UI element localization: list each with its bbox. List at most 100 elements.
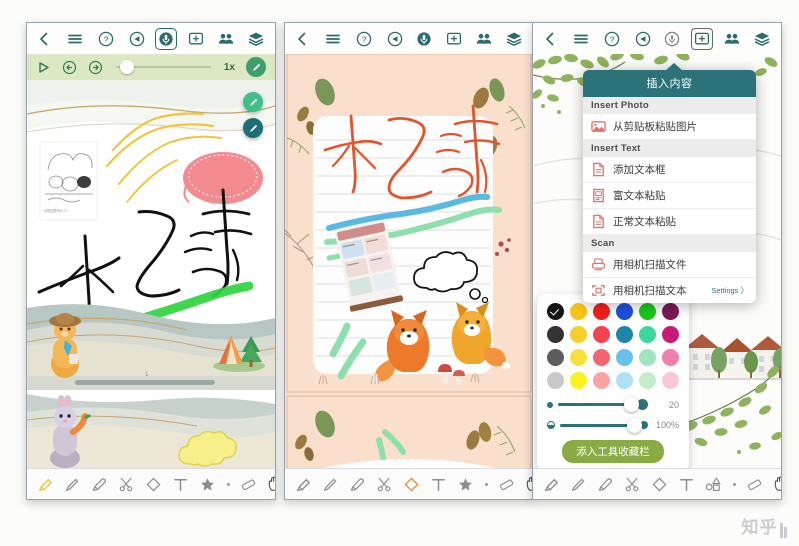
color-swatch[interactable] (593, 326, 610, 343)
scissors-icon[interactable] (114, 472, 139, 497)
hand-icon[interactable] (263, 472, 275, 497)
menu-item-plain-text-paste[interactable]: 正常文本粘贴 (583, 209, 756, 235)
rect-eraser-icon[interactable] (494, 472, 519, 497)
color-swatch[interactable] (616, 349, 633, 366)
hamburger-menu-icon[interactable] (572, 30, 590, 48)
star-icon[interactable] (453, 472, 478, 497)
color-swatch[interactable] (616, 303, 633, 320)
color-swatch[interactable] (570, 303, 587, 320)
pencil-icon[interactable] (60, 472, 85, 497)
text-icon[interactable] (168, 472, 193, 497)
text-icon[interactable] (674, 472, 699, 497)
layers-icon[interactable] (753, 30, 771, 48)
record-audio-icon[interactable] (155, 27, 177, 50)
thickness-slider-knob[interactable] (624, 397, 639, 412)
floating-pen-teal[interactable] (243, 118, 263, 138)
menu-item-scan-text[interactable]: 用相机扫描文本 Settings 〉 (583, 278, 756, 303)
menu-item-rich-text-paste[interactable]: 富文本粘贴 (583, 183, 756, 209)
playback-slider-knob[interactable] (120, 60, 134, 74)
undo-icon[interactable] (634, 30, 652, 48)
eraser-icon[interactable] (141, 472, 166, 497)
insert-plus-icon[interactable] (691, 27, 713, 50)
color-swatch[interactable] (547, 326, 564, 343)
help-circle-icon[interactable]: ? (355, 30, 373, 48)
back-chevron-icon[interactable] (293, 30, 311, 48)
dot-icon[interactable] (480, 472, 492, 497)
share-people-icon[interactable] (217, 30, 235, 48)
scissors-icon[interactable] (620, 472, 645, 497)
playback-slider[interactable] (116, 60, 211, 74)
color-swatch[interactable] (593, 349, 610, 366)
color-swatch[interactable] (593, 303, 610, 320)
scan-settings-link[interactable]: Settings 〉 (711, 285, 748, 296)
color-swatch[interactable] (662, 349, 679, 366)
help-circle-icon[interactable]: ? (97, 30, 115, 48)
rect-eraser-icon[interactable] (236, 472, 261, 497)
playback-pen-button[interactable] (246, 57, 266, 77)
color-swatch[interactable] (639, 349, 656, 366)
color-swatch[interactable] (639, 303, 656, 320)
highlighter-icon[interactable] (291, 472, 316, 497)
floating-pen-green[interactable] (243, 92, 263, 112)
scissors-icon[interactable] (372, 472, 397, 497)
color-swatch[interactable] (547, 303, 564, 320)
marker-icon[interactable] (345, 472, 370, 497)
color-swatch[interactable] (570, 349, 587, 366)
color-swatch[interactable] (662, 326, 679, 343)
layers-icon[interactable] (247, 30, 265, 48)
menu-item-scan-document[interactable]: 用相机扫描文件 (583, 252, 756, 278)
share-people-icon[interactable] (723, 30, 741, 48)
share-people-icon[interactable] (475, 30, 493, 48)
back-chevron-icon[interactable] (541, 30, 559, 48)
hamburger-menu-icon[interactable] (66, 30, 84, 48)
color-swatch[interactable] (616, 326, 633, 343)
menu-item-paste-photo[interactable]: 从剪贴板粘贴图片 (583, 114, 756, 140)
insert-plus-icon[interactable] (445, 30, 463, 48)
forward-icon[interactable] (88, 60, 103, 75)
eraser-icon[interactable] (647, 472, 672, 497)
marker-icon[interactable] (87, 472, 112, 497)
add-to-favorites-button[interactable]: 添入工具收藏栏 (562, 440, 664, 463)
playback-speed-label[interactable]: 1x (224, 62, 235, 73)
color-swatch[interactable] (570, 326, 587, 343)
layers-icon[interactable] (505, 30, 523, 48)
back-chevron-icon[interactable] (35, 30, 53, 48)
panel2-canvas[interactable] (285, 54, 533, 468)
play-icon[interactable] (36, 60, 51, 75)
marker-icon[interactable] (593, 472, 618, 497)
star-icon[interactable] (195, 472, 220, 497)
shapes-icon[interactable] (701, 472, 726, 497)
record-audio-icon[interactable] (663, 30, 681, 48)
dot-icon[interactable] (222, 472, 234, 497)
color-swatch[interactable] (570, 372, 587, 389)
color-swatch[interactable] (639, 326, 656, 343)
pencil-icon[interactable] (566, 472, 591, 497)
color-swatch[interactable] (639, 372, 656, 389)
highlighter-icon[interactable] (539, 472, 564, 497)
hand-icon[interactable] (769, 472, 781, 497)
menu-item-add-textbox[interactable]: 添加文本框 (583, 157, 756, 183)
color-swatch[interactable] (662, 303, 679, 320)
thickness-slider[interactable] (558, 397, 639, 412)
undo-icon[interactable] (386, 30, 404, 48)
dot-icon[interactable] (728, 472, 740, 497)
eraser-icon[interactable] (399, 472, 424, 497)
color-swatch[interactable] (547, 372, 564, 389)
color-swatch[interactable] (547, 349, 564, 366)
color-swatch[interactable] (616, 372, 633, 389)
rewind-icon[interactable] (62, 60, 77, 75)
hamburger-menu-icon[interactable] (324, 30, 342, 48)
color-swatch[interactable] (662, 372, 679, 389)
undo-icon[interactable] (128, 30, 146, 48)
color-swatch[interactable] (593, 372, 610, 389)
pencil-icon[interactable] (318, 472, 343, 497)
rect-eraser-icon[interactable] (742, 472, 767, 497)
panel1-canvas[interactable]: 动物园里有什么? 1 (27, 80, 275, 468)
panel3-canvas[interactable]: 插入内容 Insert Photo 从剪贴板粘贴图片 Insert Text 添… (533, 54, 781, 468)
highlighter-icon[interactable] (33, 472, 58, 497)
help-circle-icon[interactable]: ? (603, 30, 621, 48)
text-icon[interactable] (426, 472, 451, 497)
insert-plus-icon[interactable] (187, 30, 205, 48)
opacity-slider[interactable] (560, 417, 642, 433)
opacity-slider-knob[interactable] (627, 417, 642, 433)
